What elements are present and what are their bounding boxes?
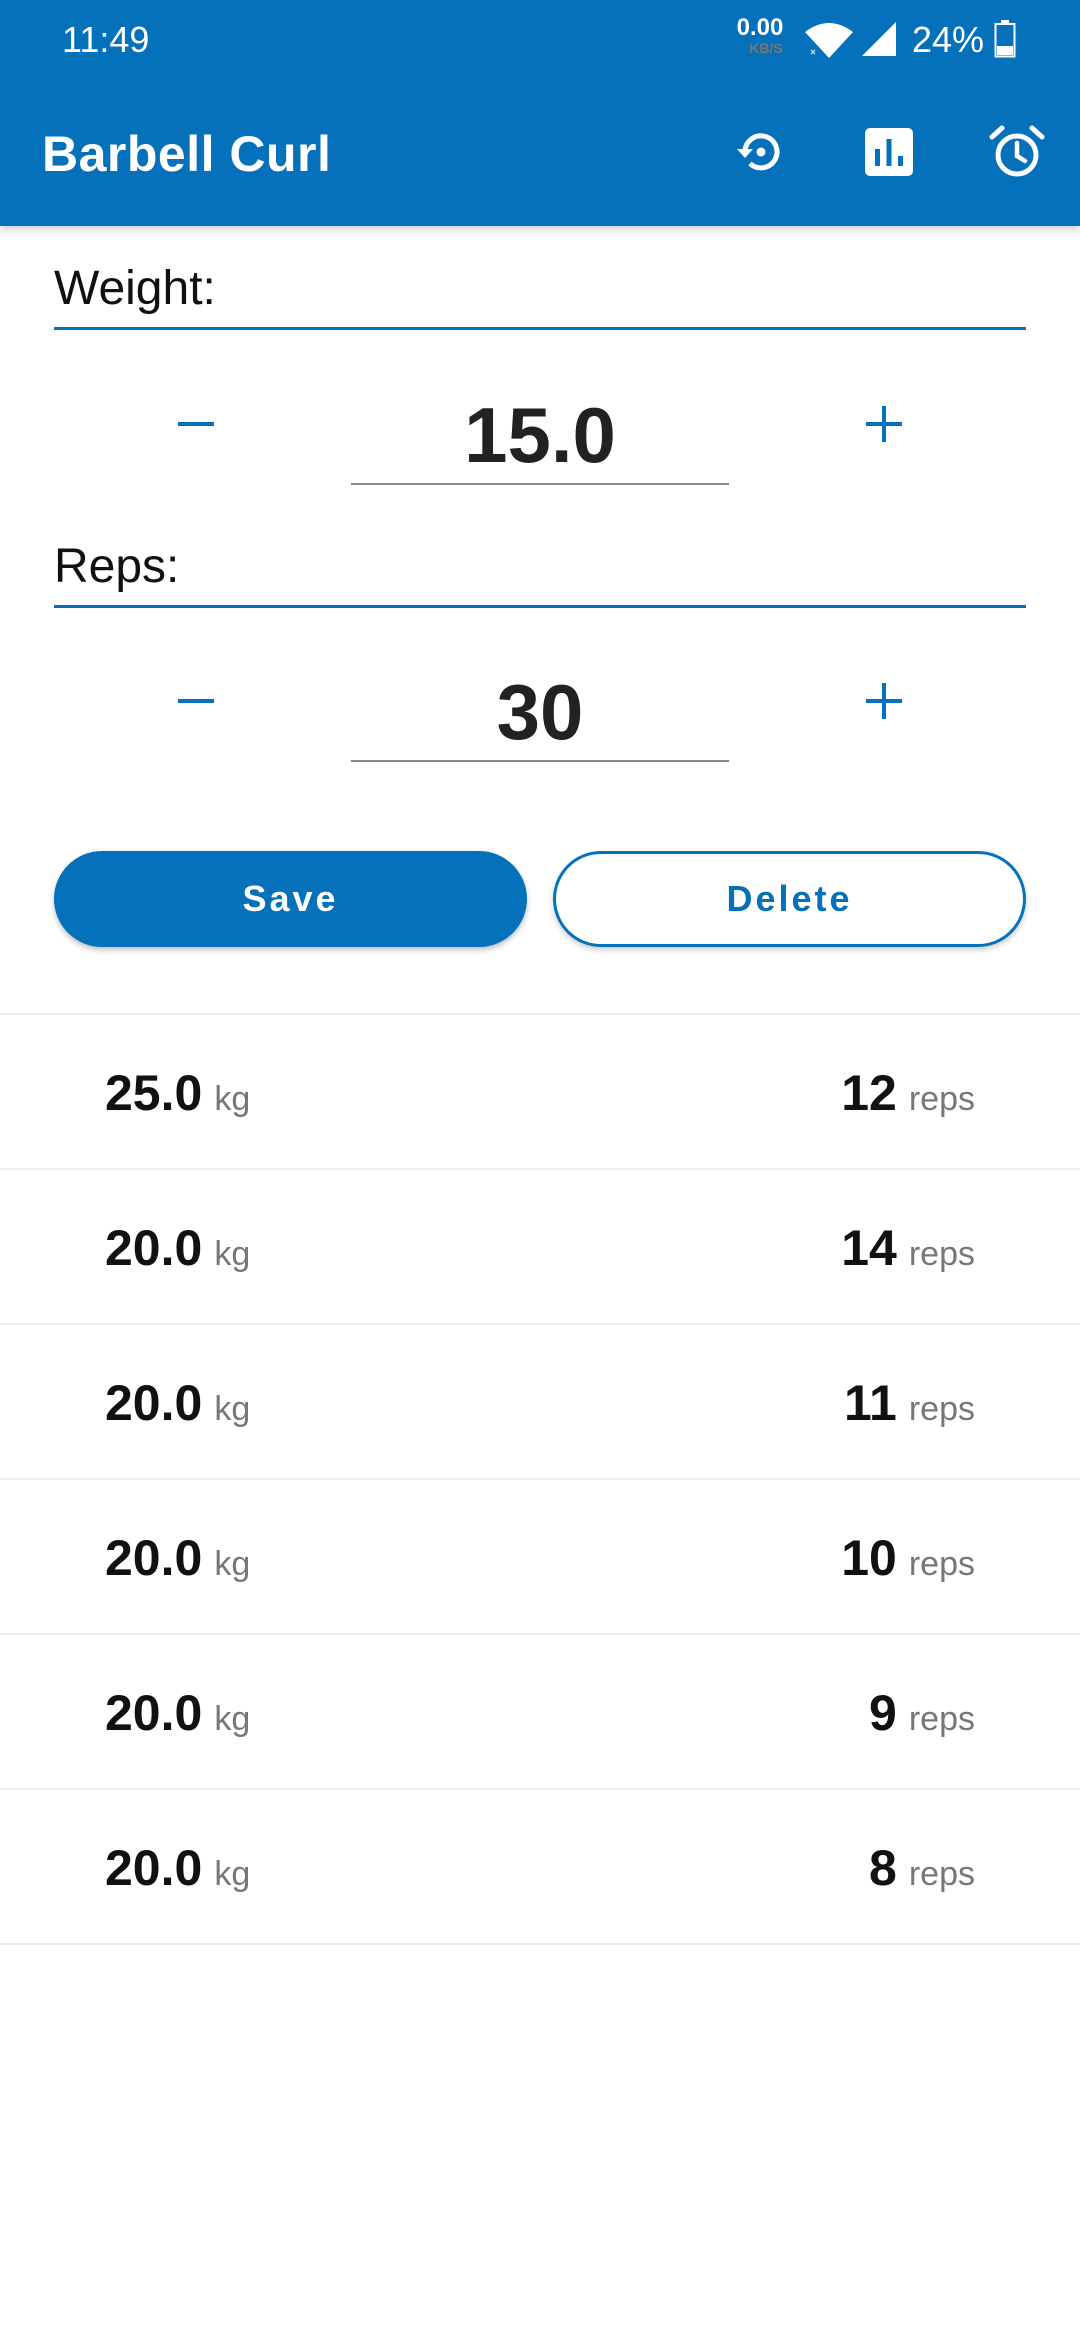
- battery-percentage: 24%: [912, 19, 985, 60]
- delete-button[interactable]: Delete: [553, 851, 1026, 947]
- weight-unit: kg: [214, 1235, 251, 1273]
- app-header: 11:49 0.00 KB/S 24% Barbell Curl: [0, 0, 1080, 226]
- set-weight-value: 25.0: [105, 1065, 203, 1121]
- set-weight: 20.0 kg: [105, 1683, 250, 1749]
- set-reps: 8 reps: [869, 1838, 975, 1904]
- reps-unit: reps: [908, 1390, 975, 1428]
- network-speed-unit: KB/S: [749, 40, 783, 56]
- page-title: Barbell Curl: [42, 126, 332, 182]
- set-weight: 20.0 kg: [105, 1218, 250, 1284]
- set-weight-value: 20.0: [105, 1840, 203, 1896]
- wifi-icon: [805, 23, 853, 58]
- set-history-row[interactable]: 25.0 kg 12 reps: [0, 1015, 1080, 1170]
- plus-icon: [866, 683, 902, 719]
- set-reps-value: 14: [841, 1220, 897, 1276]
- set-weight: 20.0 kg: [105, 1373, 250, 1439]
- history-button[interactable]: [726, 118, 794, 186]
- network-speed-indicator: 0.00 KB/S: [730, 14, 790, 57]
- set-weight-value: 20.0: [105, 1220, 203, 1276]
- set-reps-value: 11: [844, 1375, 897, 1431]
- reps-unit: reps: [908, 1235, 975, 1273]
- weight-unit: kg: [214, 1390, 251, 1428]
- set-weight: 20.0 kg: [105, 1528, 250, 1594]
- set-reps: 11 reps: [844, 1373, 975, 1439]
- set-reps-value: 8: [869, 1840, 897, 1896]
- plus-icon: [866, 406, 902, 442]
- set-reps-value: 9: [869, 1685, 897, 1741]
- alarm-icon: [989, 125, 1045, 177]
- network-speed-value: 0.00: [736, 14, 784, 41]
- weight-label: Weight:: [54, 262, 216, 315]
- set-history-row[interactable]: 20.0 kg 8 reps: [0, 1790, 1080, 1945]
- weight-divider: [54, 327, 1026, 330]
- set-weight-value: 20.0: [105, 1530, 203, 1586]
- set-history-row[interactable]: 20.0 kg 9 reps: [0, 1635, 1080, 1790]
- cell-signal-icon: [862, 22, 896, 56]
- reps-unit: reps: [908, 1545, 975, 1583]
- set-history-row[interactable]: 20.0 kg 11 reps: [0, 1325, 1080, 1480]
- set-weight: 20.0 kg: [105, 1838, 250, 1904]
- save-button[interactable]: Save: [54, 851, 527, 947]
- reps-unit: reps: [908, 1700, 975, 1738]
- reps-label: Reps:: [54, 540, 180, 593]
- weight-increment-button[interactable]: [829, 369, 939, 479]
- reps-input[interactable]: [351, 664, 729, 762]
- set-weight: 25.0 kg: [105, 1063, 250, 1129]
- set-history-row[interactable]: 20.0 kg 14 reps: [0, 1170, 1080, 1325]
- reps-decrement-button[interactable]: [141, 646, 251, 756]
- set-history-list: 25.0 kg 12 reps 20.0 kg 14 reps 20.0 kg 11 rep…: [0, 1013, 1080, 1945]
- weight-unit: kg: [214, 1080, 251, 1118]
- set-weight-value: 20.0: [105, 1685, 203, 1741]
- bar-chart-icon: [865, 128, 913, 176]
- rest-timer-button[interactable]: [983, 118, 1051, 186]
- minus-icon: [178, 699, 214, 703]
- set-reps: 9 reps: [869, 1683, 975, 1749]
- minus-icon: [178, 422, 214, 426]
- weight-decrement-button[interactable]: [141, 369, 251, 479]
- reps-divider: [54, 605, 1026, 608]
- weight-unit: kg: [214, 1545, 251, 1583]
- set-reps: 10 reps: [841, 1528, 975, 1594]
- history-icon: [737, 133, 780, 171]
- weight-unit: kg: [214, 1855, 251, 1893]
- reps-unit: reps: [908, 1080, 975, 1118]
- set-history-row[interactable]: 20.0 kg 10 reps: [0, 1480, 1080, 1635]
- status-bar: 11:49 0.00 KB/S 24%: [0, 0, 1080, 80]
- reps-unit: reps: [908, 1855, 975, 1893]
- reps-increment-button[interactable]: [829, 646, 939, 756]
- set-weight-value: 20.0: [105, 1375, 203, 1431]
- battery-icon: [994, 20, 1016, 58]
- set-reps-value: 12: [841, 1065, 897, 1121]
- set-reps: 14 reps: [841, 1218, 975, 1284]
- set-reps-value: 10: [841, 1530, 897, 1586]
- weight-input[interactable]: [351, 387, 729, 485]
- status-time: 11:49: [62, 19, 150, 60]
- weight-unit: kg: [214, 1700, 251, 1738]
- set-reps: 12 reps: [841, 1063, 975, 1129]
- statistics-button[interactable]: [855, 118, 923, 186]
